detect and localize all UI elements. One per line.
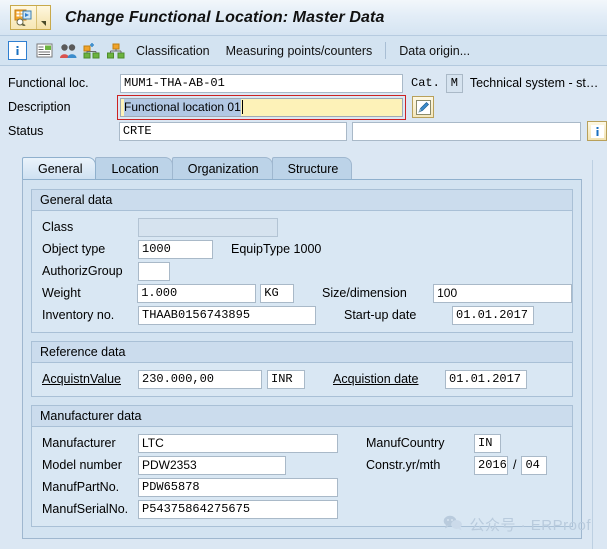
manufacturer-data-title: Manufacturer data xyxy=(32,406,572,427)
description-row: Description Functional location 01 xyxy=(0,94,607,120)
class-row: Class xyxy=(32,216,572,238)
status-info-icon[interactable] xyxy=(587,121,607,141)
weight-uom-input[interactable]: KG xyxy=(260,283,295,303)
weight-label: Weight xyxy=(42,286,81,300)
manuf-part-no-row: ManufPartNo. PDW65878 xyxy=(32,476,572,498)
manufacturer-label: Manufacturer xyxy=(42,436,116,450)
authoriz-group-label: AuthorizGroup xyxy=(42,264,123,278)
document-list-icon[interactable] xyxy=(32,40,56,62)
toolbar-separator xyxy=(385,42,387,59)
dropdown-arrow-icon[interactable] xyxy=(36,6,50,29)
size-dimension-label: Size/dimension xyxy=(322,286,407,300)
status-row: Status CRTE xyxy=(0,120,607,142)
inventory-no-label: Inventory no. xyxy=(42,308,115,322)
tab-strip: General Location Organization Structure xyxy=(0,156,607,179)
constr-month-input[interactable]: 04 xyxy=(521,455,548,475)
tab-organization[interactable]: Organization xyxy=(171,157,273,179)
functional-loc-input[interactable]: MUM1-THA-AB-01 xyxy=(120,73,403,93)
info-icon[interactable] xyxy=(8,41,27,60)
object-type-label: Object type xyxy=(42,242,106,256)
structure-hierarchy-icon[interactable] xyxy=(104,40,128,62)
startup-date-input[interactable]: 01.01.2017 xyxy=(452,305,534,325)
acquisition-date-label: Acquistion date xyxy=(333,372,419,386)
object-type-row: Object type 1000 EquipType 1000 xyxy=(32,238,572,260)
general-data-title: General data xyxy=(32,190,572,211)
weight-input[interactable]: 1.000 xyxy=(137,283,257,303)
manuf-country-label: ManufCountry xyxy=(366,436,445,450)
class-input xyxy=(138,217,278,237)
inventory-no-row: Inventory no. THAAB0156743895 Start-up d… xyxy=(32,304,572,326)
pencil-edit-icon[interactable] xyxy=(412,96,434,118)
acquisition-currency-input[interactable]: INR xyxy=(267,369,305,389)
tab-structure[interactable]: Structure xyxy=(271,157,353,179)
header-fields: Functional loc. MUM1-THA-AB-01 Cat. M Te… xyxy=(0,66,607,148)
manuf-part-no-label: ManufPartNo. xyxy=(42,480,120,494)
partners-icon[interactable] xyxy=(56,40,80,62)
manuf-serial-no-label: ManufSerialNo. xyxy=(42,502,129,516)
app-icon-group[interactable] xyxy=(10,5,51,30)
functional-location-row: Functional loc. MUM1-THA-AB-01 Cat. M Te… xyxy=(0,72,607,94)
acquisition-value-label: AcquistnValue xyxy=(42,372,121,386)
create-structure-icon[interactable] xyxy=(80,40,104,62)
manuf-country-input[interactable]: IN xyxy=(474,433,501,453)
authoriz-group-input[interactable] xyxy=(138,261,170,281)
tab-location[interactable]: Location xyxy=(95,157,173,179)
acquisition-date-input[interactable]: 01.01.2017 xyxy=(445,369,527,389)
model-number-input[interactable]: PDW2353 xyxy=(138,455,286,475)
status-input[interactable]: CRTE xyxy=(118,121,347,141)
classification-button[interactable]: Classification xyxy=(128,40,218,62)
constr-year-input[interactable]: 2016 xyxy=(474,455,508,475)
measuring-points-button[interactable]: Measuring points/counters xyxy=(218,40,381,62)
object-type-text: EquipType 1000 xyxy=(231,242,322,256)
description-value: Functional location 01 xyxy=(124,98,241,116)
manuf-serial-no-row: ManufSerialNo. P54375864275675 xyxy=(32,498,572,520)
description-input[interactable]: Functional location 01 xyxy=(120,97,403,117)
manufacturer-row: Manufacturer LTC ManufCountry IN xyxy=(32,432,572,454)
window-title: Change Functional Location: Master Data xyxy=(65,8,385,26)
category-description: Technical system - st… xyxy=(469,76,599,90)
authoriz-group-row: AuthorizGroup xyxy=(32,260,572,282)
manuf-part-no-input[interactable]: PDW65878 xyxy=(138,477,338,497)
tab-content-general: General data Class Object type 1000 Equi… xyxy=(22,179,582,539)
window-titlebar: Change Functional Location: Master Data xyxy=(0,0,607,36)
model-number-label: Model number xyxy=(42,458,122,472)
constr-separator: / xyxy=(513,458,517,472)
sap-functional-location-icon[interactable] xyxy=(11,6,36,29)
acquisition-value-row: AcquistnValue 230.000,00 INR Acquistion … xyxy=(32,368,572,390)
size-dimension-input[interactable]: 100 xyxy=(433,283,572,303)
category-label: Cat. xyxy=(411,76,440,90)
weight-row: Weight 1.000 KG Size/dimension 100 xyxy=(32,282,572,304)
constr-yr-mth-label: Constr.yr/mth xyxy=(366,458,441,472)
application-toolbar: Classification Measuring points/counters… xyxy=(0,36,607,66)
object-type-input[interactable]: 1000 xyxy=(138,239,213,259)
startup-date-label: Start-up date xyxy=(344,308,417,322)
text-caret xyxy=(241,100,243,114)
functional-loc-label: Functional loc. xyxy=(8,76,89,90)
status-secondary-input[interactable] xyxy=(351,121,582,141)
data-origin-button[interactable]: Data origin... xyxy=(391,40,478,62)
panel-divider xyxy=(592,160,593,549)
acquisition-value-input[interactable]: 230.000,00 xyxy=(138,369,262,389)
general-data-group: General data Class Object type 1000 Equi… xyxy=(31,189,573,333)
model-number-row: Model number PDW2353 Constr.yr/mth 2016 … xyxy=(32,454,572,476)
category-input[interactable]: M xyxy=(445,73,463,93)
reference-data-group: Reference data AcquistnValue 230.000,00 … xyxy=(31,341,573,397)
class-label: Class xyxy=(42,220,74,234)
manufacturer-input[interactable]: LTC xyxy=(138,433,338,453)
status-label: Status xyxy=(8,124,44,138)
manuf-serial-no-input[interactable]: P54375864275675 xyxy=(138,499,338,519)
reference-data-title: Reference data xyxy=(32,342,572,363)
manufacturer-data-group: Manufacturer data Manufacturer LTC Manuf… xyxy=(31,405,573,527)
inventory-no-input[interactable]: THAAB0156743895 xyxy=(138,305,316,325)
description-label: Description xyxy=(8,100,71,114)
tab-general[interactable]: General xyxy=(22,157,97,179)
